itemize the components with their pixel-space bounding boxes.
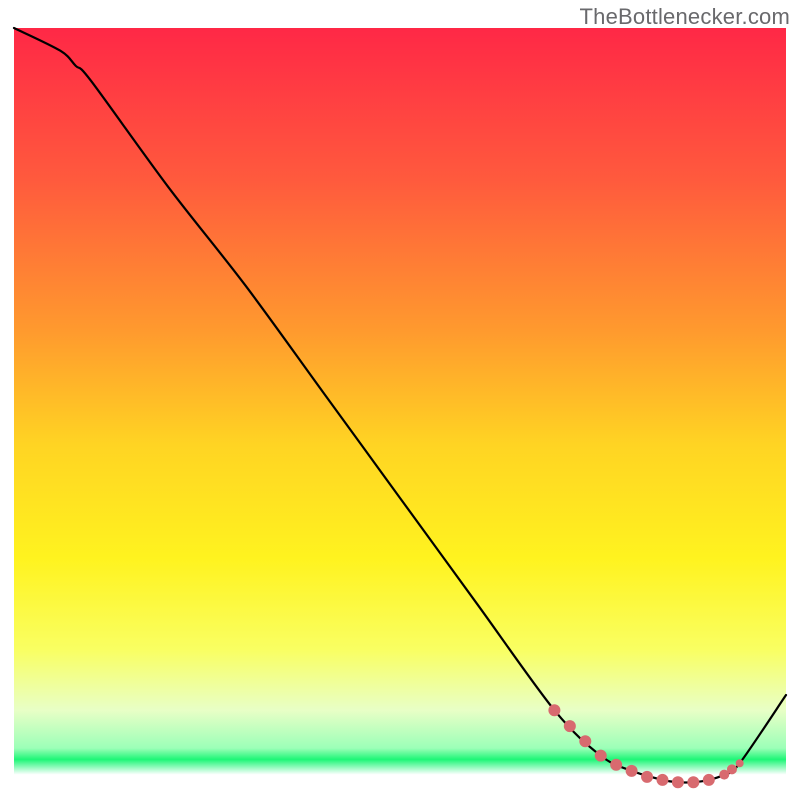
marker-dot bbox=[626, 765, 638, 777]
marker-dot bbox=[595, 750, 607, 762]
marker-dot bbox=[579, 735, 591, 747]
marker-dot bbox=[727, 764, 737, 774]
marker-dot bbox=[703, 774, 715, 786]
gradient-background bbox=[14, 28, 786, 786]
chart-stage: TheBottlenecker.com bbox=[0, 0, 800, 800]
watermark-text: TheBottlenecker.com bbox=[580, 4, 790, 30]
marker-dot bbox=[736, 759, 744, 767]
marker-dot bbox=[564, 720, 576, 732]
marker-dot bbox=[641, 771, 653, 783]
marker-dot bbox=[687, 776, 699, 788]
chart-svg bbox=[0, 0, 800, 800]
marker-dot bbox=[656, 774, 668, 786]
marker-dot bbox=[610, 759, 622, 771]
marker-dot bbox=[548, 704, 560, 716]
marker-dot bbox=[672, 776, 684, 788]
